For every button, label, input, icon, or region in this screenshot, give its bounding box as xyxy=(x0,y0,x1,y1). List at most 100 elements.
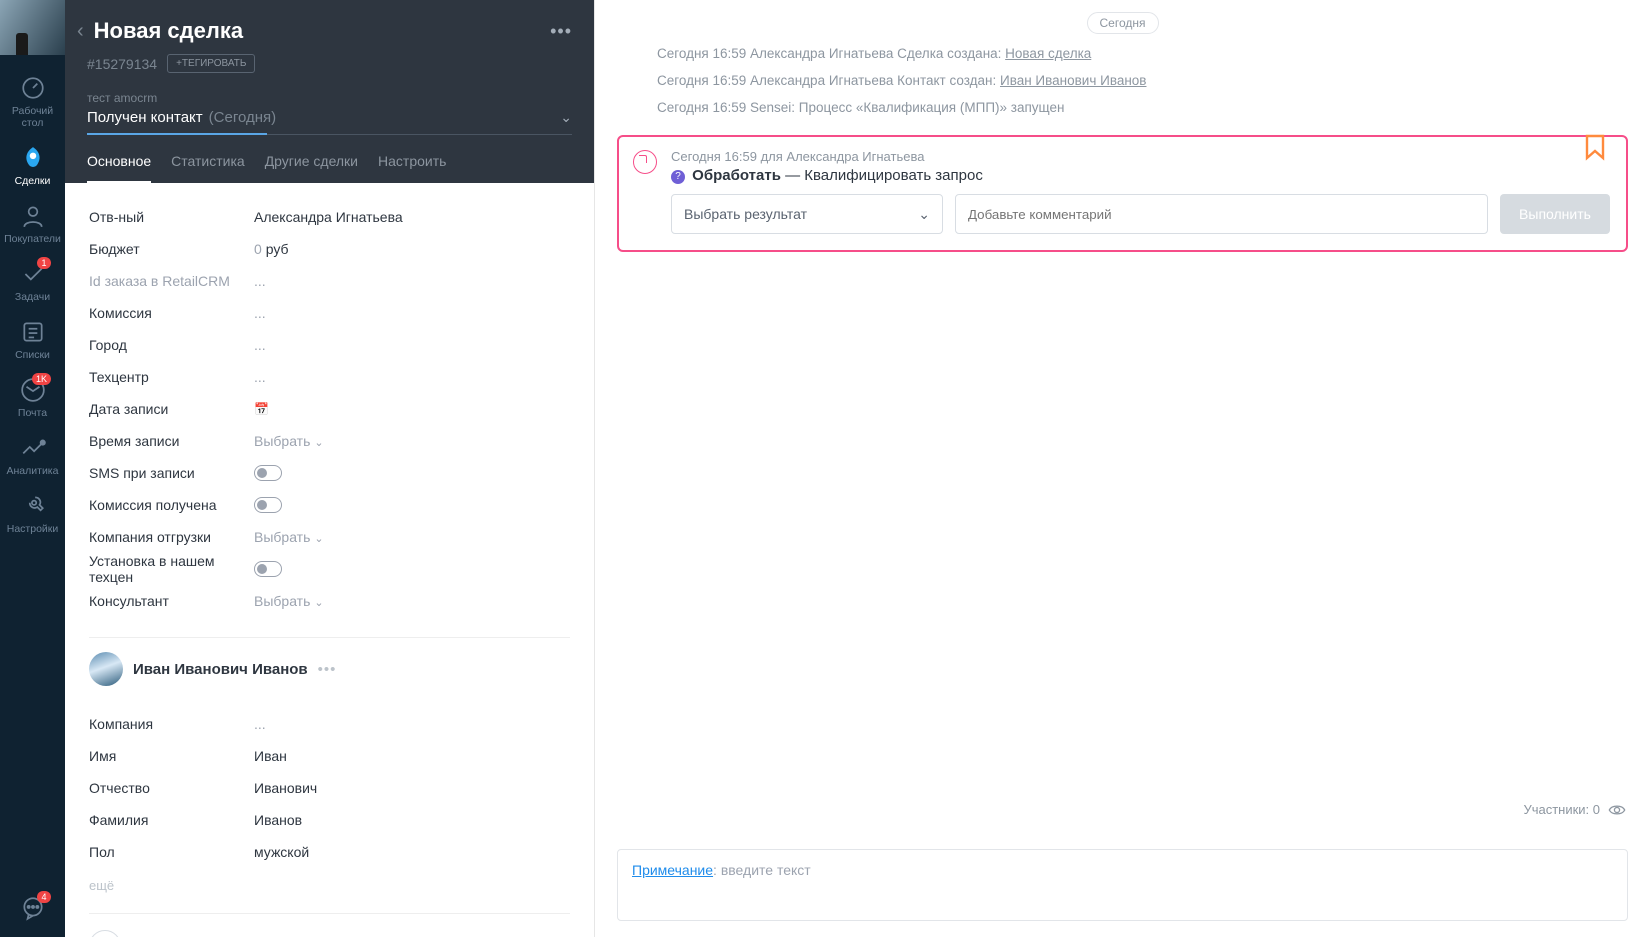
field-label-company: Компания xyxy=(89,716,254,732)
field-label-firstname: Имя xyxy=(89,748,254,764)
field-value-city[interactable]: ... xyxy=(254,337,266,353)
stage-name: Получен контакт xyxy=(87,109,203,126)
field-label-city: Город xyxy=(89,337,254,353)
deal-header: ‹ Новая сделка ••• #15279134 +ТЕГИРОВАТЬ… xyxy=(65,0,594,183)
sidebar-item-settings[interactable]: Настройки xyxy=(0,485,65,543)
stage-selector[interactable]: Получен контакт (Сегодня) ⌄ xyxy=(87,109,572,135)
buyers-icon xyxy=(20,203,46,229)
bookmark-icon[interactable] xyxy=(1584,134,1606,162)
sidebar-item-tasks[interactable]: 1 Задачи xyxy=(0,253,65,311)
field-value-patronymic[interactable]: Иванович xyxy=(254,780,317,796)
sms-toggle[interactable] xyxy=(254,465,282,481)
sidebar-item-label: Рабочий стол xyxy=(0,105,65,129)
sidebar-item-buyers[interactable]: Покупатели xyxy=(0,195,65,253)
stage-underline xyxy=(87,133,267,135)
analytics-icon xyxy=(20,435,46,461)
participants-label: Участники: 0 xyxy=(1523,802,1600,817)
account-avatar[interactable] xyxy=(0,0,65,55)
field-label-ship: Компания отгрузки xyxy=(89,529,254,545)
settings-icon xyxy=(20,493,46,519)
field-value-retailcrm[interactable]: ... xyxy=(254,273,266,289)
task-comment-input[interactable] xyxy=(955,194,1488,234)
clock-icon xyxy=(633,150,657,174)
field-value-budget[interactable]: 0 руб xyxy=(254,241,289,257)
sidebar-item-label: Списки xyxy=(15,349,50,361)
field-label-install: Установка в нашем техцен xyxy=(89,553,254,585)
install-toggle[interactable] xyxy=(254,561,282,577)
sidebar-item-mail[interactable]: 1K Почта xyxy=(0,369,65,427)
chevron-down-icon: ⌄ xyxy=(918,206,930,223)
field-label-techcenter: Техцентр xyxy=(89,369,254,385)
tab-setup[interactable]: Настроить xyxy=(378,153,446,183)
sidebar-item-label: Почта xyxy=(18,407,47,419)
commission-got-toggle[interactable] xyxy=(254,497,282,513)
field-label-consult: Консультант xyxy=(89,593,254,609)
task-select-label: Выбрать результат xyxy=(684,206,807,222)
deal-tabs: Основное Статистика Другие сделки Настро… xyxy=(87,137,572,183)
field-value-consult[interactable]: Выбрать⌄ xyxy=(254,593,324,609)
calendar-icon[interactable]: 📅 xyxy=(254,402,269,416)
pipeline-name: тест amocrm xyxy=(87,91,572,105)
deal-id: #15279134 xyxy=(87,56,157,72)
deal-panel: ‹ Новая сделка ••• #15279134 +ТЕГИРОВАТЬ… xyxy=(65,0,595,937)
timeline-panel: Сегодня Сегодня 16:59 Александра Игнатье… xyxy=(595,0,1650,937)
field-value-responsible[interactable]: Александра Игнатьева xyxy=(254,209,403,225)
tag-button[interactable]: +ТЕГИРОВАТЬ xyxy=(167,54,255,73)
note-placeholder: : введите текст xyxy=(713,862,811,878)
log-contact-created: Сегодня 16:59 Александра Игнатьева Конта… xyxy=(657,73,1628,88)
tab-stats[interactable]: Статистика xyxy=(171,153,245,183)
field-label-date: Дата записи xyxy=(89,401,254,417)
tab-main[interactable]: Основное xyxy=(87,153,151,183)
sidebar-item-chat[interactable]: 4 xyxy=(0,887,65,937)
field-value-time[interactable]: Выбрать⌄ xyxy=(254,433,324,449)
log-deal-created: Сегодня 16:59 Александра Игнатьева Сделк… xyxy=(657,46,1628,61)
task-execute-button[interactable]: Выполнить xyxy=(1500,194,1610,234)
field-label-commission: Комиссия xyxy=(89,305,254,321)
deals-icon xyxy=(20,145,46,171)
lists-icon xyxy=(20,319,46,345)
field-value-firstname[interactable]: Иван xyxy=(254,748,287,764)
deal-more-button[interactable]: ••• xyxy=(550,21,572,42)
deal-title[interactable]: Новая сделка xyxy=(94,18,550,44)
log-link-deal[interactable]: Новая сделка xyxy=(1005,46,1091,61)
participants-row[interactable]: Участники: 0 xyxy=(1523,802,1626,817)
eye-icon xyxy=(1608,804,1626,816)
field-label-retailcrm: Id заказа в RetailCRM xyxy=(89,273,254,289)
add-contact-button[interactable]: + xyxy=(89,930,121,937)
field-value-commission[interactable]: ... xyxy=(254,305,266,321)
sidebar-item-label: Сделки xyxy=(15,175,51,187)
sidebar-item-label: Покупатели xyxy=(4,233,61,245)
sidebar-item-label: Аналитика xyxy=(7,465,59,477)
sidebar-item-deals[interactable]: Сделки xyxy=(0,137,65,195)
sidebar-item-analytics[interactable]: Аналитика xyxy=(0,427,65,485)
note-input[interactable]: Примечание: введите текст xyxy=(617,849,1628,921)
tasks-badge: 1 xyxy=(37,257,51,269)
tab-other[interactable]: Другие сделки xyxy=(265,153,358,183)
task-result-select[interactable]: Выбрать результат ⌄ xyxy=(671,194,943,234)
field-value-company[interactable]: ... xyxy=(254,716,266,732)
chat-badge: 4 xyxy=(37,891,51,903)
field-value-ship[interactable]: Выбрать⌄ xyxy=(254,529,324,545)
sidebar-item-dashboard[interactable]: Рабочий стол xyxy=(0,67,65,137)
field-value-lastname[interactable]: Иванов xyxy=(254,812,302,828)
log-sensei: Сегодня 16:59 Sensei: Процесс «Квалифика… xyxy=(657,100,1628,115)
contact-more-link[interactable]: ещё xyxy=(89,878,570,893)
chevron-down-icon: ⌄ xyxy=(560,109,572,126)
sidebar: Рабочий стол Сделки Покупатели 1 Задачи … xyxy=(0,0,65,937)
log-link-contact[interactable]: Иван Иванович Иванов xyxy=(1000,73,1147,88)
contact-avatar[interactable] xyxy=(89,652,123,686)
field-value-gender[interactable]: мужской xyxy=(254,844,309,860)
contact-name[interactable]: Иван Иванович Иванов xyxy=(133,661,308,678)
contact-block: Иван Иванович Иванов ••• Компания ... Им… xyxy=(89,637,570,893)
deal-body: Отв-ный Александра Игнатьева Бюджет 0 ру… xyxy=(65,183,594,937)
sidebar-item-label: Настройки xyxy=(7,523,59,535)
help-icon[interactable]: ? xyxy=(671,170,685,184)
sidebar-item-lists[interactable]: Списки xyxy=(0,311,65,369)
dashboard-icon xyxy=(20,75,46,101)
note-label: Примечание xyxy=(632,862,713,878)
contact-more-button[interactable]: ••• xyxy=(318,661,337,678)
mail-badge: 1K xyxy=(32,373,51,385)
back-button[interactable]: ‹ xyxy=(77,20,84,43)
field-label-commission-got: Комиссия получена xyxy=(89,497,254,513)
field-value-techcenter[interactable]: ... xyxy=(254,369,266,385)
